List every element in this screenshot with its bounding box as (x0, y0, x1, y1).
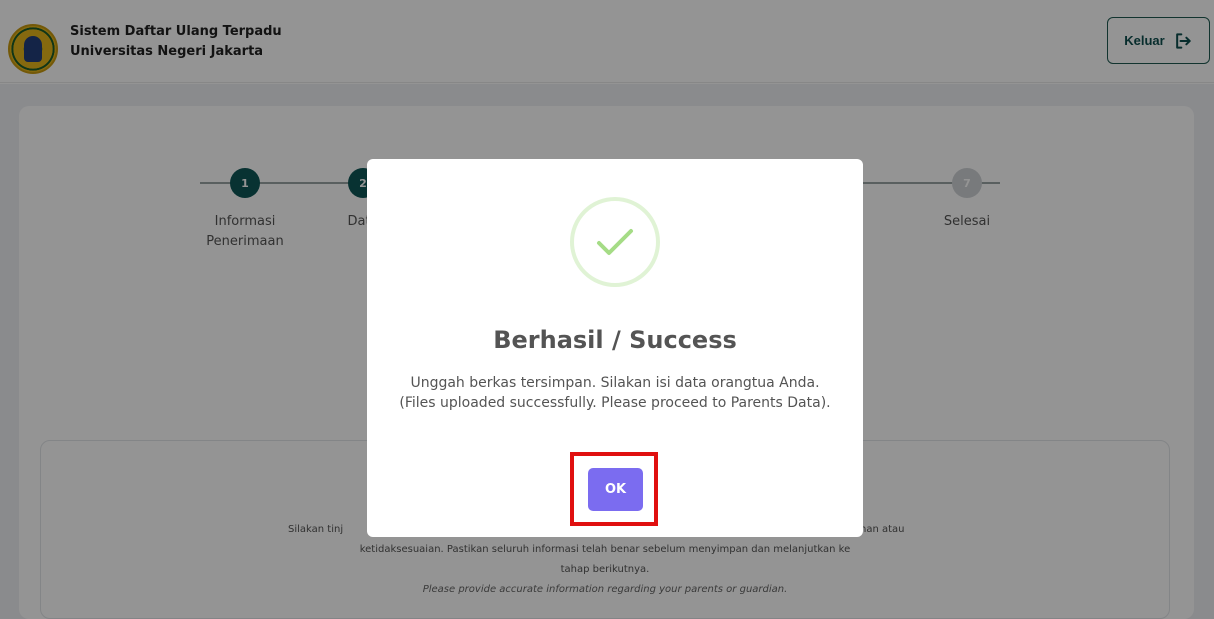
dialog-title: Berhasil / Success (493, 326, 737, 354)
dialog-message: Unggah berkas tersimpan. Silakan isi dat… (399, 375, 831, 411)
ok-button[interactable]: OK (588, 468, 643, 511)
success-check-icon (570, 197, 660, 287)
